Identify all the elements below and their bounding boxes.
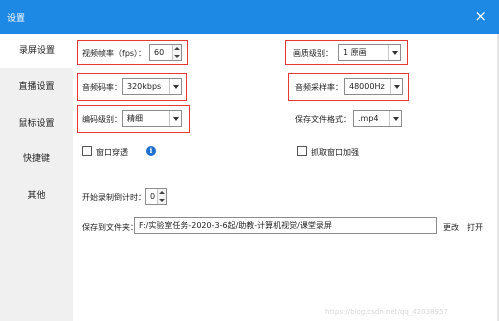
chevron-down-icon[interactable] (169, 111, 181, 126)
format-value: .mp4 (358, 114, 379, 123)
audio-samplerate-dropdown[interactable]: 48000Hz (344, 78, 403, 95)
encoder-label: 编码级别： (82, 115, 122, 124)
quality-label: 画质级别： (293, 49, 333, 58)
window-pass-label: 窗口穿透 (96, 148, 128, 157)
countdown-value: 0 (150, 192, 156, 201)
change-folder-button[interactable]: 更改 (443, 222, 459, 233)
sidebar-item-live-settings[interactable]: 直播设置 (0, 70, 73, 104)
capture-boost-checkbox[interactable] (297, 146, 307, 156)
quality-dropdown[interactable]: 1 原画 (338, 44, 401, 61)
chevron-down-icon[interactable] (169, 79, 181, 94)
info-icon[interactable]: i (146, 146, 156, 156)
countdown-stepper[interactable]: 0 (145, 188, 167, 205)
window-title: 设置 (7, 14, 26, 24)
chevron-down-icon[interactable] (390, 79, 402, 94)
settings-sidebar: 录屏设置 直播设置 鼠标设置 快捷键 其他 (0, 34, 74, 321)
chevron-down-icon[interactable] (388, 45, 400, 60)
spin-down-icon[interactable] (159, 199, 165, 202)
fps-label: 视频帧率（fps）： (82, 49, 147, 58)
save-path-label: 保存到文件夹： (82, 223, 138, 232)
capture-boost-label: 抓取窗口加强 (311, 148, 359, 157)
countdown-spin-buttons[interactable] (157, 189, 166, 204)
window-pass-checkbox[interactable] (82, 146, 92, 156)
spin-up-icon[interactable] (174, 47, 180, 50)
close-icon[interactable]: × (474, 7, 487, 25)
audio-bitrate-dropdown[interactable]: 320kbps (122, 78, 182, 95)
audio-samplerate-value: 48000Hz (349, 82, 385, 91)
record-settings-panel: 视频帧率（fps）： 60 画质级别： 1 原画 音频码率： 320kbps 音… (73, 34, 499, 321)
audio-bitrate-value: 320kbps (127, 82, 162, 91)
fps-stepper[interactable]: 60 (149, 44, 182, 61)
save-path-input[interactable]: F:/实验室任务-2020-3-6起/助教-计算机视觉/课堂录屏 (134, 217, 437, 234)
open-folder-button[interactable]: 打开 (467, 222, 483, 233)
sidebar-item-other[interactable]: 其他 (0, 179, 73, 213)
save-path-value: F:/实验室任务-2020-3-6起/助教-计算机视觉/课堂录屏 (139, 221, 332, 230)
fps-spin-buttons[interactable] (172, 45, 181, 60)
chevron-down-icon[interactable] (389, 111, 401, 126)
encoder-dropdown[interactable]: 精细 (122, 110, 182, 127)
spin-down-icon[interactable] (174, 55, 180, 58)
fps-value: 60 (154, 48, 165, 57)
encoder-value: 精细 (127, 114, 143, 123)
format-label: 保存文件格式： (295, 115, 351, 124)
audio-samplerate-label: 音频采样率： (295, 83, 343, 92)
format-dropdown[interactable]: .mp4 (353, 110, 402, 127)
watermark-text: https://blog.csdn.net/qq_42038957 (325, 308, 448, 316)
sidebar-item-record-settings[interactable]: 录屏设置 (0, 34, 74, 68)
spin-up-icon[interactable] (159, 191, 165, 194)
title-bar: 设置 × (0, 0, 499, 34)
sidebar-item-hotkeys[interactable]: 快捷键 (0, 142, 73, 176)
countdown-label: 开始录制倒计时： (82, 193, 146, 202)
audio-bitrate-label: 音频码率： (82, 83, 122, 92)
sidebar-item-mouse-settings[interactable]: 鼠标设置 (0, 107, 73, 141)
quality-value: 1 原画 (343, 48, 367, 57)
